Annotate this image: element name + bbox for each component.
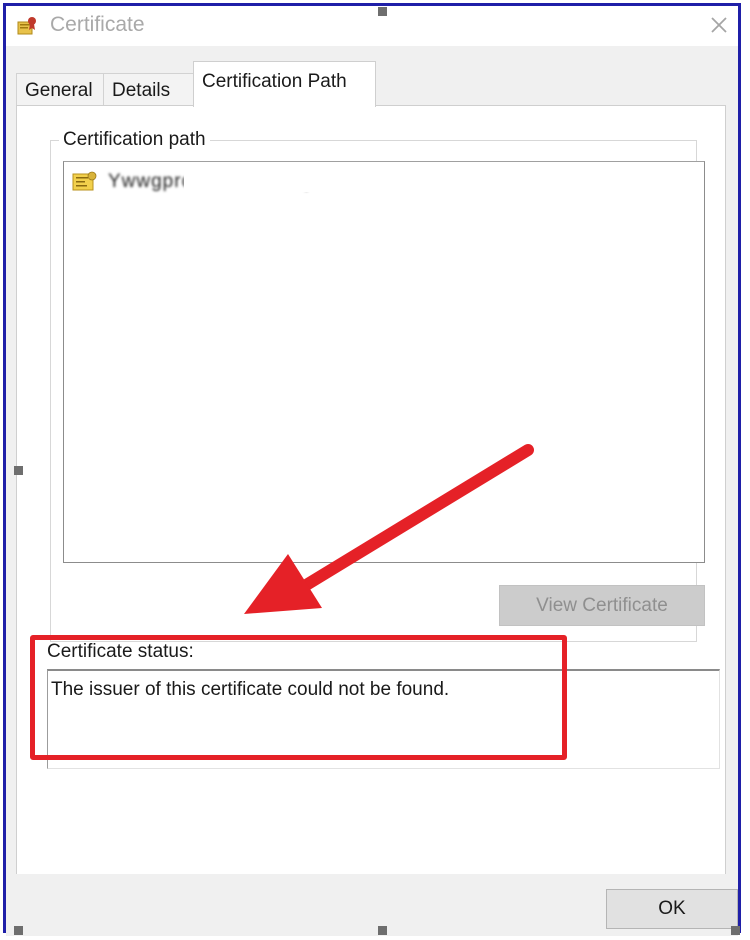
- tab-details[interactable]: Details: [103, 73, 194, 106]
- certification-path-tree[interactable]: Ywwgpross.mcrtsconjtowmtcn: [63, 161, 705, 563]
- certification-path-panel: Certification path Ywwgpross.mcrtsconjto…: [16, 105, 726, 875]
- ok-button[interactable]: OK: [606, 889, 738, 929]
- dialog-body: General Details Certification Path Certi…: [6, 46, 738, 875]
- view-certificate-button[interactable]: View Certificate: [499, 585, 705, 626]
- certificate-warning-icon: [72, 171, 97, 191]
- certificate-status-text: The issuer of this certificate could not…: [51, 679, 450, 700]
- resize-handle: [378, 926, 387, 935]
- certification-path-group: Certification path Ywwgpross.mcrtsconjto…: [50, 129, 705, 642]
- resize-handle: [14, 926, 23, 935]
- window-title: Certificate: [50, 13, 145, 36]
- resize-handle: [731, 926, 740, 935]
- certificate-status-box[interactable]: The issuer of this certificate could not…: [47, 669, 720, 769]
- certificate-icon: [17, 17, 36, 35]
- resize-handle: [14, 466, 23, 475]
- close-icon[interactable]: [704, 10, 734, 40]
- tab-general[interactable]: General: [16, 73, 104, 106]
- title-bar[interactable]: Certificate: [6, 6, 738, 46]
- redaction-mark: [184, 168, 414, 192]
- resize-handle: [378, 7, 387, 16]
- certification-path-label: Certification path: [59, 129, 210, 151]
- tab-certification-path[interactable]: Certification Path: [193, 61, 376, 107]
- screenshot-frame: Certificate General Details Certificatio…: [3, 3, 741, 936]
- certificate-status-label: Certificate status:: [47, 641, 194, 662]
